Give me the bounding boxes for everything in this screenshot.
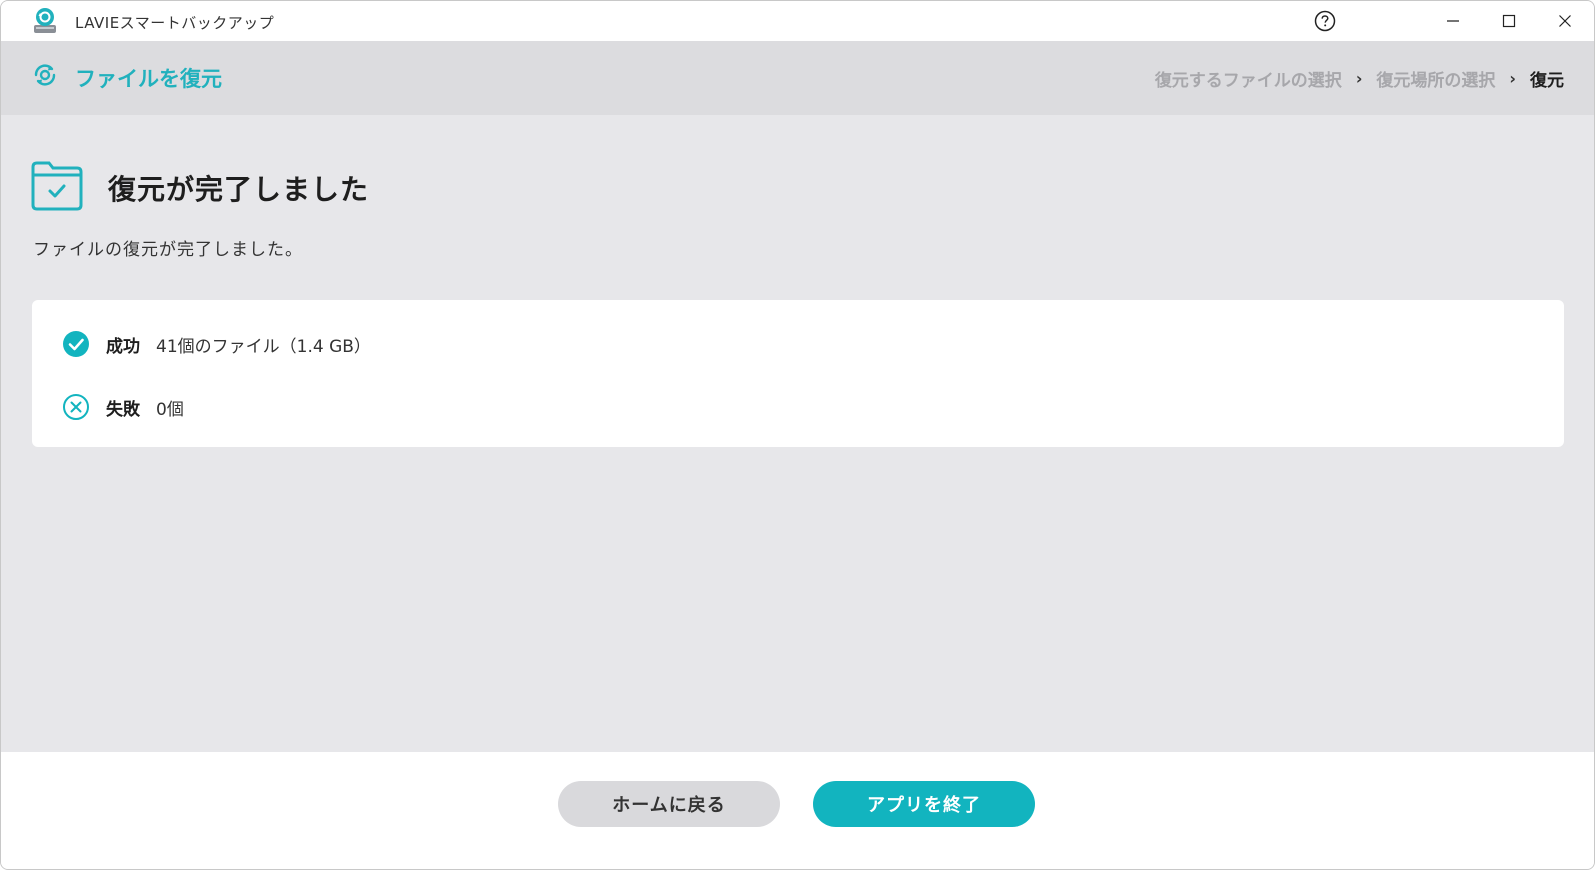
result-title: 復元が完了しました — [108, 173, 370, 206]
result-description: ファイルの復元が完了しました。 — [33, 240, 303, 260]
main-content: 復元が完了しました ファイルの復元が完了しました。 成功 41個のファイル（1.… — [1, 115, 1594, 752]
help-icon — [1314, 10, 1336, 32]
page-title: ファイルを復元 — [75, 67, 222, 91]
help-button[interactable] — [1305, 1, 1345, 41]
home-button[interactable]: ホームに戻る — [558, 781, 780, 827]
success-value: 41個のファイル（1.4 GB） — [156, 336, 371, 357]
success-label: 成功 — [106, 336, 140, 357]
maximize-icon — [1502, 14, 1516, 28]
failure-label: 失敗 — [106, 399, 140, 420]
summary-row-success: 成功 41個のファイル（1.4 GB） — [62, 328, 371, 360]
minimize-button[interactable] — [1425, 1, 1481, 41]
success-check-icon — [63, 331, 89, 357]
breadcrumb-step-select-files: 復元するファイルの選択 — [1154, 71, 1342, 91]
window-title: LAVIEスマートバックアップ — [75, 14, 275, 32]
title-bar: LAVIEスマートバックアップ — [1, 1, 1594, 41]
summary-row-failure: 失敗 0個 — [62, 391, 184, 423]
minimize-icon — [1447, 20, 1459, 22]
summary-card: 成功 41個のファイル（1.4 GB） 失敗 0個 — [32, 300, 1564, 447]
page-header: ファイルを復元 復元するファイルの選択 › 復元場所の選択 › 復元 — [1, 41, 1594, 115]
exit-app-button[interactable]: アプリを終了 — [813, 781, 1035, 827]
close-icon — [1559, 15, 1571, 27]
app-window: LAVIEスマートバックアップ ファイルを復元 復元するファイルの選択 › 復元… — [0, 0, 1595, 870]
maximize-button[interactable] — [1481, 1, 1537, 41]
chevron-right-icon: › — [1509, 69, 1516, 88]
breadcrumb-step-restore: 復元 — [1530, 71, 1564, 91]
breadcrumb: 復元するファイルの選択 › 復元場所の選択 › 復元 — [1155, 66, 1564, 91]
chevron-right-icon: › — [1355, 69, 1363, 88]
footer-bar: ホームに戻る アプリを終了 — [1, 752, 1594, 869]
folder-check-icon — [31, 161, 83, 211]
failure-value: 0個 — [156, 399, 184, 420]
app-logo-icon — [34, 8, 56, 33]
restore-gear-icon — [34, 64, 56, 86]
failure-x-icon — [63, 394, 89, 420]
close-button[interactable] — [1537, 1, 1593, 41]
breadcrumb-step-select-location: 復元場所の選択 — [1376, 71, 1496, 91]
